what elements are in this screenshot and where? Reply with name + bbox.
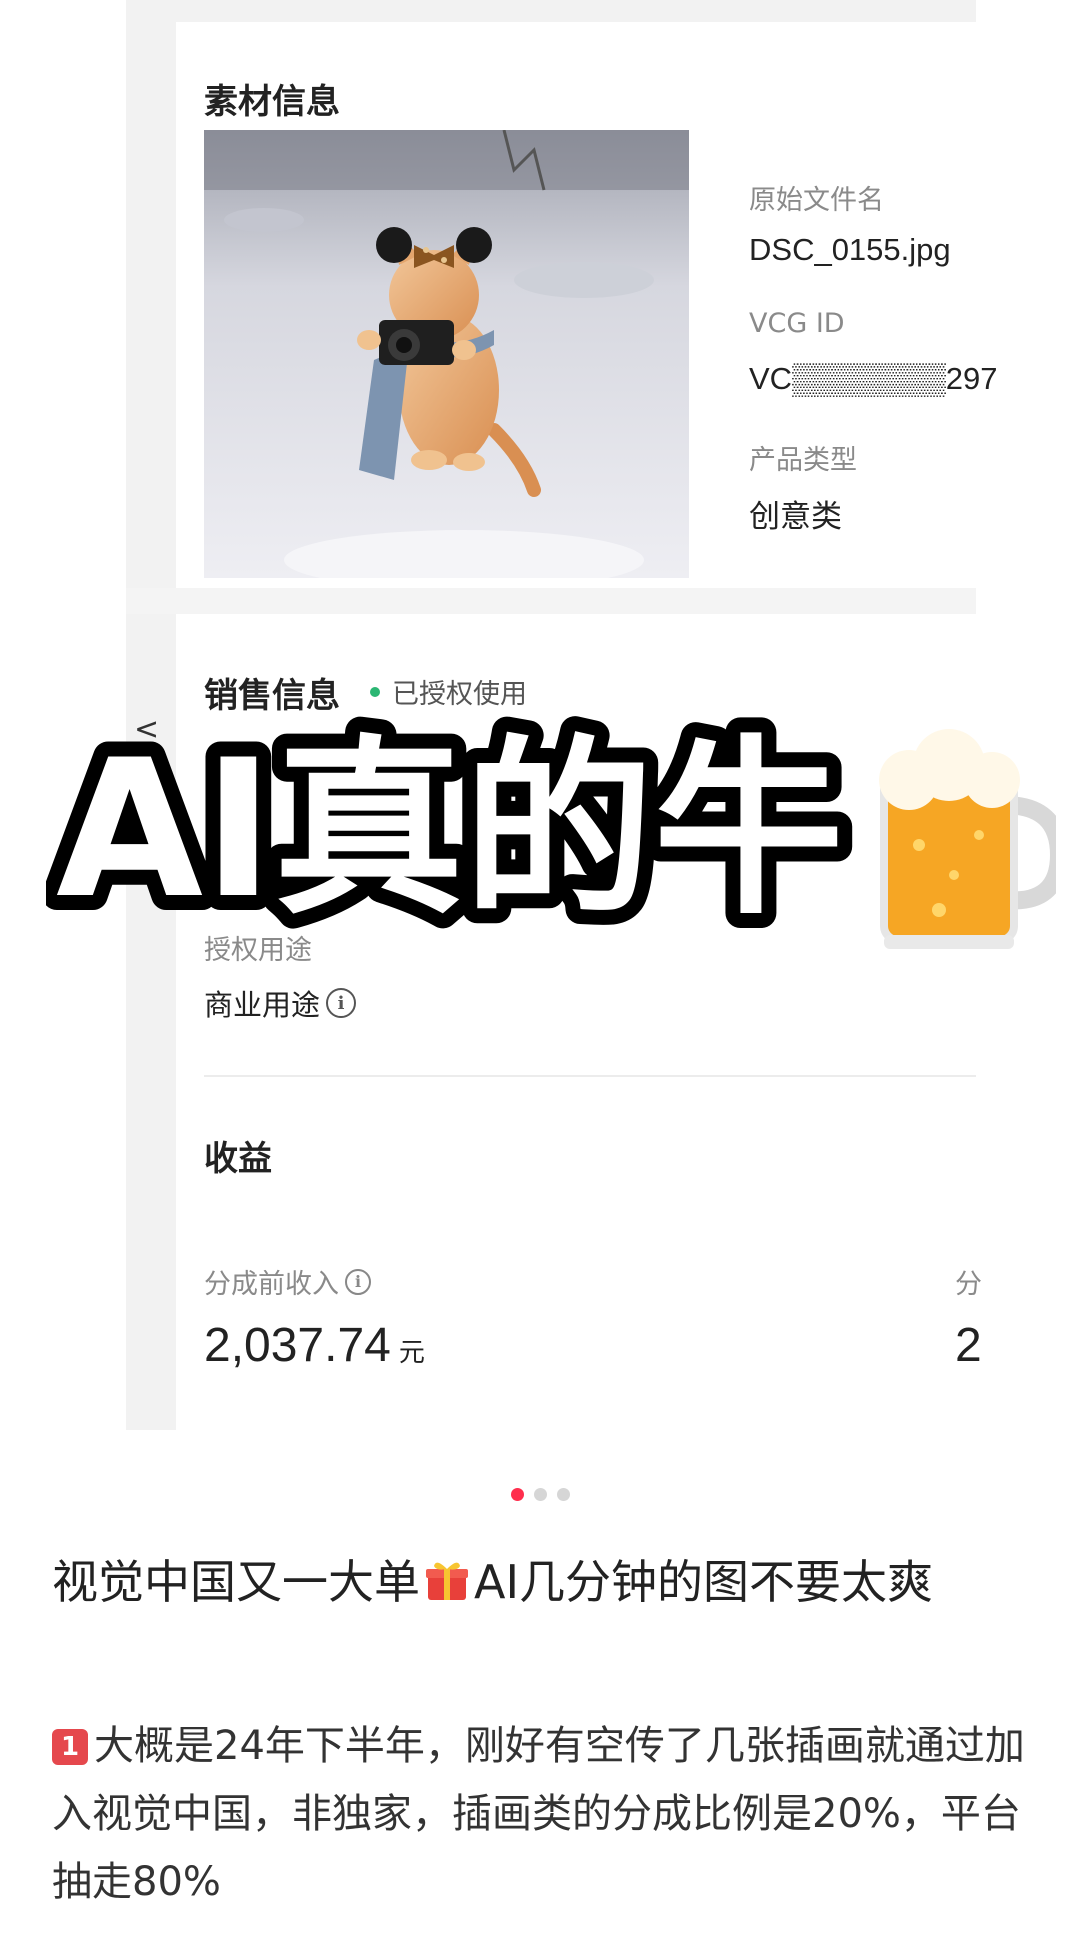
carousel-dot[interactable] [533, 1488, 547, 1501]
carousel-dot[interactable] [556, 1488, 570, 1501]
filename-value: DSC_0155.jpg [749, 232, 951, 267]
page-top-band [126, 0, 976, 22]
product-type-label: 产品类型 [749, 445, 857, 476]
post-title: 视觉中国又一大单 AI几分钟的图不要太爽 [52, 1548, 1042, 1616]
amount-number: 2,037.74 [204, 1319, 391, 1372]
amount-unit: 元 [398, 1337, 425, 1367]
next-income-amount: 2 [955, 1319, 982, 1372]
kitten-photo [204, 130, 689, 578]
overlay-text: AI真的牛 [56, 719, 844, 940]
info-icon[interactable]: i [345, 1268, 371, 1295]
number-one-badge-icon: 1 [52, 1729, 88, 1765]
carousel-dot[interactable] [510, 1488, 524, 1501]
post-title-part2: AI几分钟的图不要太爽 [474, 1555, 934, 1609]
post-body-text: 大概是24年下半年，刚好有空传了几张插画就通过加入视觉中国，非独家，插画类的分成… [52, 1723, 1025, 1905]
info-icon[interactable]: i [326, 988, 357, 1018]
post-title-part1: 视觉中国又一大单 [52, 1555, 420, 1609]
status-dot-icon [370, 686, 380, 697]
pre-split-income-text: 分成前收入 [204, 1269, 339, 1300]
gift-icon [426, 1562, 468, 1600]
carousel-indicator[interactable] [0, 1488, 1080, 1501]
card-gap [126, 588, 976, 614]
vcg-id-label: VCG ID [749, 308, 845, 339]
auth-usage-value: 商业用途 i [204, 982, 357, 1024]
post-body: 1 大概是24年下半年，刚好有空传了几张插画就通过加入视觉中国，非独家，插画类的分… [52, 1712, 1042, 1916]
screenshot-area: 素材信息 原始文件名 DSC_0155.jpg VCG ID VC▒▒▒▒▒▒▒… [0, 0, 1080, 1430]
section-divider [204, 1075, 976, 1077]
earnings-title: 收益 [204, 1140, 272, 1178]
pre-split-income-amount: 2,037.74 元 [204, 1318, 425, 1373]
meme-overlay: AI真的牛 AI真的牛 [46, 705, 1056, 955]
next-income-label: 分 [955, 1269, 982, 1300]
material-thumbnail[interactable] [204, 130, 689, 578]
product-type-value: 创意类 [749, 499, 842, 534]
auth-usage-text: 商业用途 [204, 990, 321, 1022]
beer-mug-icon [879, 729, 1056, 949]
vcg-id-value: VC▒▒▒▒▒▒▒297 [749, 361, 998, 396]
filename-label: 原始文件名 [749, 185, 884, 216]
pre-split-income-label: 分成前收入 i [204, 1262, 371, 1301]
material-title: 素材信息 [204, 83, 340, 121]
